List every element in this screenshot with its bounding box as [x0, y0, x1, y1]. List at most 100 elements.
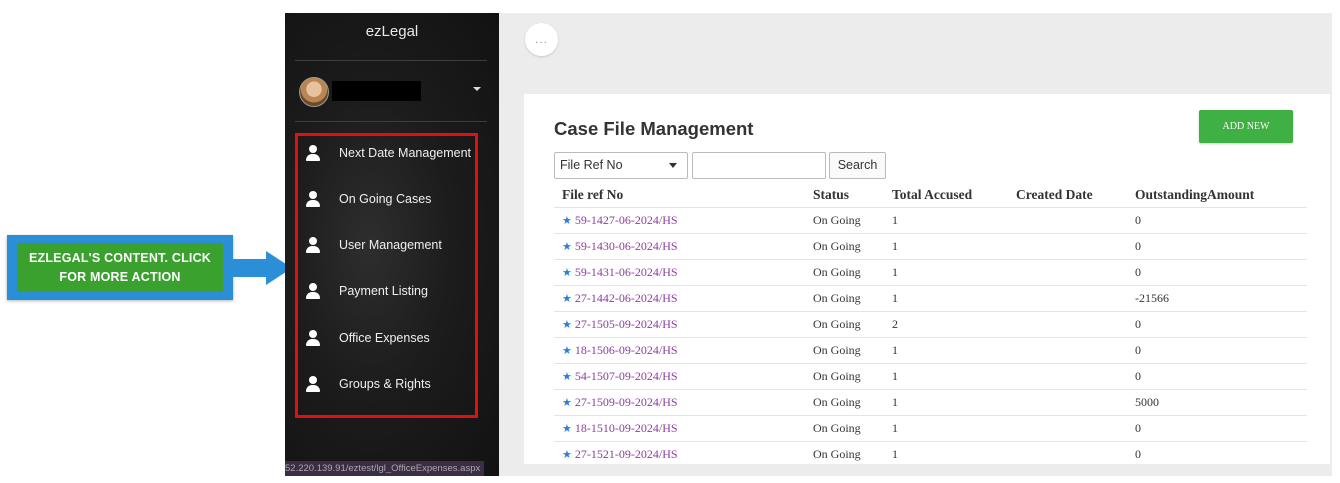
file-ref-text: 27-1509-09-2024/HS — [574, 395, 678, 409]
star-icon: ★ — [562, 241, 572, 253]
status-cell: On Going — [805, 363, 884, 390]
amount-cell: 0 — [1127, 207, 1307, 234]
case-file-card: Case File Management ADD NEW File Ref No… — [524, 94, 1330, 464]
created-date-cell — [1008, 337, 1127, 364]
sidebar-item-office-expenses[interactable]: Office Expenses — [305, 326, 430, 350]
divider — [295, 60, 487, 61]
annotation-arrow-shaft — [233, 259, 269, 277]
file-ref-link[interactable]: ★ 27-1442-06-2024/HS — [554, 285, 805, 312]
sidebar-item-next-date-management[interactable]: Next Date Management — [305, 141, 471, 165]
table-header-row: File ref No Status Total Accused Created… — [554, 183, 1307, 208]
sidebar-item-label: User Management — [339, 238, 442, 252]
column-header-file-ref[interactable]: File ref No — [554, 183, 805, 208]
file-ref-text: 59-1431-06-2024/HS — [574, 265, 678, 279]
star-icon: ★ — [562, 371, 572, 383]
table-row: ★ 59-1430-06-2024/HS On Going 1 0 — [554, 233, 1307, 260]
table-row: ★ 27-1521-09-2024/HS On Going 1 0 — [554, 441, 1307, 464]
annotation-callout-text: EZLEGAL'S CONTENT. CLICK FOR MORE ACTION — [17, 243, 223, 292]
file-ref-link[interactable]: ★ 27-1509-09-2024/HS — [554, 389, 805, 416]
amount-cell: 0 — [1127, 259, 1307, 286]
accused-cell: 1 — [884, 207, 1008, 234]
sidebar-item-groups-rights[interactable]: Groups & Rights — [305, 372, 431, 396]
amount-cell: 5000 — [1127, 389, 1307, 416]
file-ref-text: 27-1521-09-2024/HS — [574, 447, 678, 461]
sidebar-item-user-management[interactable]: User Management — [305, 233, 442, 257]
accused-cell: 1 — [884, 285, 1008, 312]
file-ref-link[interactable]: ★ 18-1510-09-2024/HS — [554, 415, 805, 442]
star-icon: ★ — [562, 215, 572, 227]
sidebar-item-payment-listing[interactable]: Payment Listing — [305, 279, 428, 303]
star-icon: ★ — [562, 449, 572, 461]
table-row: ★ 27-1505-09-2024/HS On Going 2 0 — [554, 311, 1307, 338]
file-ref-text: 18-1510-09-2024/HS — [574, 421, 678, 435]
sidebar-item-label: Payment Listing — [339, 284, 428, 298]
file-ref-link[interactable]: ★ 59-1430-06-2024/HS — [554, 233, 805, 260]
annotation-callout: EZLEGAL'S CONTENT. CLICK FOR MORE ACTION — [7, 235, 233, 300]
accused-cell: 1 — [884, 337, 1008, 364]
amount-cell: 0 — [1127, 337, 1307, 364]
amount-cell: -21566 — [1127, 285, 1307, 312]
more-menu-button[interactable]: ... — [525, 23, 558, 56]
table-row: ★ 59-1427-06-2024/HS On Going 1 0 — [554, 207, 1307, 234]
file-ref-link[interactable]: ★ 59-1431-06-2024/HS — [554, 259, 805, 286]
column-header-created-date[interactable]: Created Date — [1008, 183, 1127, 208]
star-icon: ★ — [562, 423, 572, 435]
person-icon — [305, 376, 321, 392]
status-cell: On Going — [805, 441, 884, 464]
file-ref-text: 59-1430-06-2024/HS — [574, 239, 678, 253]
column-header-status[interactable]: Status — [805, 183, 884, 208]
created-date-cell — [1008, 389, 1127, 416]
status-cell: On Going — [805, 233, 884, 260]
file-ref-link[interactable]: ★ 18-1506-09-2024/HS — [554, 337, 805, 364]
accused-cell: 1 — [884, 233, 1008, 260]
created-date-cell — [1008, 285, 1127, 312]
page-title: Case File Management — [554, 118, 754, 139]
table-row: ★ 18-1506-09-2024/HS On Going 1 0 — [554, 337, 1307, 364]
chevron-down-icon[interactable] — [473, 87, 481, 91]
redacted-username — [332, 81, 421, 101]
file-ref-link[interactable]: ★ 59-1427-06-2024/HS — [554, 207, 805, 234]
accused-cell: 1 — [884, 363, 1008, 390]
person-icon — [305, 283, 321, 299]
file-ref-link[interactable]: ★ 54-1507-09-2024/HS — [554, 363, 805, 390]
main-content: ... Case File Management ADD NEW File Re… — [499, 13, 1332, 476]
person-icon — [305, 145, 321, 161]
amount-cell: 0 — [1127, 441, 1307, 464]
column-header-total-accused[interactable]: Total Accused — [884, 183, 1008, 208]
table-row: ★ 18-1510-09-2024/HS On Going 1 0 — [554, 415, 1307, 442]
status-cell: On Going — [805, 415, 884, 442]
created-date-cell — [1008, 415, 1127, 442]
column-header-outstanding-amount[interactable]: OutstandingAmount — [1127, 183, 1307, 208]
user-profile[interactable] — [299, 77, 485, 107]
file-ref-text: 27-1442-06-2024/HS — [574, 291, 678, 305]
avatar — [299, 77, 329, 107]
file-ref-link[interactable]: ★ 27-1505-09-2024/HS — [554, 311, 805, 338]
sidebar-item-on-going-cases[interactable]: On Going Cases — [305, 187, 431, 211]
accused-cell: 1 — [884, 389, 1008, 416]
sidebar: ezLegal Next Date Management On Going Ca… — [285, 13, 499, 476]
created-date-cell — [1008, 207, 1127, 234]
star-icon: ★ — [562, 267, 572, 279]
status-cell: On Going — [805, 207, 884, 234]
amount-cell: 0 — [1127, 363, 1307, 390]
table-row: ★ 27-1442-06-2024/HS On Going 1 -21566 — [554, 285, 1307, 312]
file-ref-text: 59-1427-06-2024/HS — [574, 213, 678, 227]
amount-cell: 0 — [1127, 415, 1307, 442]
created-date-cell — [1008, 259, 1127, 286]
search-input[interactable] — [692, 152, 826, 179]
star-icon: ★ — [562, 397, 572, 409]
created-date-cell — [1008, 311, 1127, 338]
created-date-cell — [1008, 363, 1127, 390]
created-date-cell — [1008, 441, 1127, 464]
status-cell: On Going — [805, 389, 884, 416]
amount-cell: 0 — [1127, 311, 1307, 338]
file-ref-text: 27-1505-09-2024/HS — [574, 317, 678, 331]
file-ref-link[interactable]: ★ 27-1521-09-2024/HS — [554, 441, 805, 464]
app-brand[interactable]: ezLegal — [285, 23, 499, 40]
accused-cell: 1 — [884, 441, 1008, 464]
star-icon: ★ — [562, 293, 572, 305]
search-button[interactable]: Search — [829, 152, 886, 179]
amount-cell: 0 — [1127, 233, 1307, 260]
add-new-button[interactable]: ADD NEW — [1199, 110, 1293, 143]
filter-field-select[interactable]: File Ref No — [554, 152, 688, 179]
